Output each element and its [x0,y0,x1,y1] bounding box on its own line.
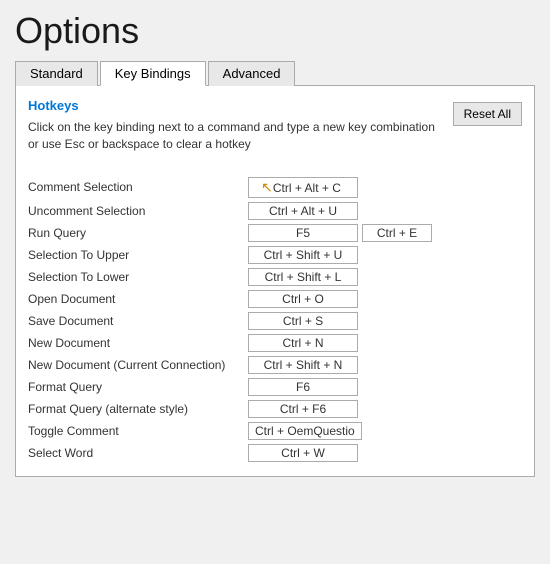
page-title: Options [15,10,535,52]
command-label: Comment Selection [28,180,248,194]
cursor-icon: ↖ [261,179,273,196]
key-binding-primary[interactable]: Ctrl + Alt + U [248,202,358,220]
command-label: Uncomment Selection [28,204,248,218]
table-row: Format Query (alternate style)Ctrl + F6 [28,398,522,420]
table-row: New Document (Current Connection)Ctrl + … [28,354,522,376]
table-row: Run QueryF5Ctrl + E [28,222,522,244]
table-row: Comment Selection↖Ctrl + Alt + C [28,175,522,200]
table-row: Selection To LowerCtrl + Shift + L [28,266,522,288]
key-binding-primary[interactable]: Ctrl + S [248,312,358,330]
command-label: Select Word [28,446,248,460]
command-label: New Document (Current Connection) [28,358,248,372]
command-label: Format Query (alternate style) [28,402,248,416]
table-row: Select WordCtrl + W [28,442,522,464]
table-row: Format QueryF6 [28,376,522,398]
table-row: Selection To UpperCtrl + Shift + U [28,244,522,266]
bindings-list: Comment Selection↖Ctrl + Alt + CUncommen… [28,175,522,464]
key-binding-primary[interactable]: Ctrl + Shift + U [248,246,358,264]
key-binding-secondary[interactable]: Ctrl + E [362,224,432,242]
table-row: Save DocumentCtrl + S [28,310,522,332]
key-binding-primary[interactable]: Ctrl + W [248,444,358,462]
reset-all-button[interactable]: Reset All [453,102,522,126]
key-binding-primary[interactable]: Ctrl + OemQuestio [248,422,362,440]
command-label: Run Query [28,226,248,240]
key-binding-primary[interactable]: Ctrl + Shift + N [248,356,358,374]
command-label: Selection To Lower [28,270,248,284]
command-label: Save Document [28,314,248,328]
command-label: Open Document [28,292,248,306]
key-binding-primary[interactable]: Ctrl + Shift + L [248,268,358,286]
section-title: Hotkeys [28,98,443,113]
table-row: Open DocumentCtrl + O [28,288,522,310]
tab-advanced[interactable]: Advanced [208,61,296,86]
key-binding-primary[interactable]: F5 [248,224,358,242]
command-label: Format Query [28,380,248,394]
content-panel: Hotkeys Click on the key binding next to… [15,86,535,477]
key-binding-primary[interactable]: ↖Ctrl + Alt + C [248,177,358,198]
command-label: New Document [28,336,248,350]
key-binding-primary[interactable]: Ctrl + F6 [248,400,358,418]
table-row: Toggle CommentCtrl + OemQuestio [28,420,522,442]
tab-bar: Standard Key Bindings Advanced [15,60,535,86]
table-row: New DocumentCtrl + N [28,332,522,354]
section-description: Click on the key binding next to a comma… [28,119,443,153]
key-binding-primary[interactable]: Ctrl + O [248,290,358,308]
options-window: Options Standard Key Bindings Advanced H… [0,0,550,564]
section-desc-block: Hotkeys Click on the key binding next to… [28,98,443,165]
section-header: Hotkeys Click on the key binding next to… [28,98,522,165]
tab-key-bindings[interactable]: Key Bindings [100,61,206,86]
table-row: Uncomment SelectionCtrl + Alt + U [28,200,522,222]
tab-standard[interactable]: Standard [15,61,98,86]
key-binding-primary[interactable]: Ctrl + N [248,334,358,352]
command-label: Toggle Comment [28,424,248,438]
command-label: Selection To Upper [28,248,248,262]
key-binding-primary[interactable]: F6 [248,378,358,396]
